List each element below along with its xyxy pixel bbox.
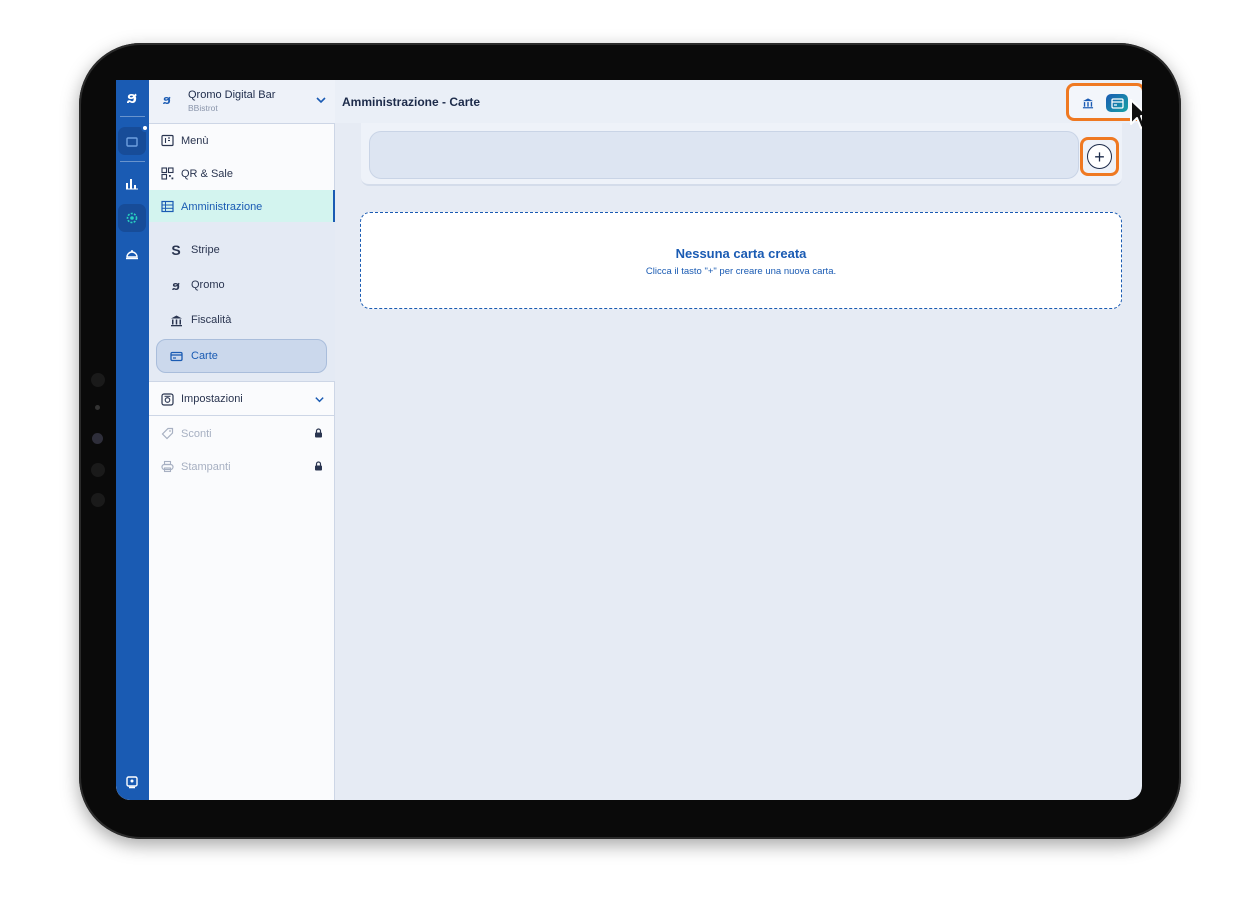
nav-rail: ϧ [116, 80, 149, 800]
sidebar-item-label: Stampanti [181, 460, 231, 473]
sidebar-item-sconti[interactable]: Sconti [149, 417, 335, 450]
sidebar-item-label: Impostazioni [181, 393, 243, 405]
sidebar-item-label: Menù [181, 134, 209, 147]
top-bar: Amministrazione - Carte [335, 80, 1142, 123]
venue-subtitle: BBistrot [188, 103, 218, 113]
sidebar-item-menu[interactable]: Menù [149, 124, 335, 157]
add-card-button[interactable]: + [1087, 144, 1112, 169]
sidebar-item-label: Amministrazione [181, 200, 263, 213]
qromo-logo-icon: ϧ [126, 88, 138, 107]
qromo-icon: ϧ [172, 277, 180, 293]
cloche-icon [126, 250, 138, 260]
chevron-down-icon [316, 97, 326, 104]
sidebar-item-label: Sconti [181, 427, 212, 440]
admin-submenu: S Stripe ϧ Qromo Fiscalità Carte [149, 222, 335, 382]
settings-box-icon [160, 392, 174, 406]
venue-logo-icon: ϧ [163, 92, 171, 107]
card-icon [169, 350, 183, 363]
search-input[interactable] [369, 131, 1079, 179]
rail-stats-button[interactable] [118, 169, 146, 197]
rail-admin-button[interactable] [118, 204, 146, 232]
card-icon [1110, 97, 1124, 109]
search-bar: + [361, 123, 1122, 186]
sidebar-item-amministrazione[interactable]: Amministrazione [149, 190, 335, 223]
sidebar-item-impostazioni[interactable]: Impostazioni [149, 383, 335, 416]
sidebar-subitem-stripe[interactable]: S Stripe [149, 233, 335, 267]
rail-display-button[interactable] [118, 768, 146, 796]
lock-icon [315, 428, 322, 438]
sidebar-subitem-label: Qromo [191, 279, 225, 291]
notification-dot [141, 124, 149, 132]
tag-icon [160, 427, 174, 441]
bank-icon [1082, 98, 1094, 109]
venue-selector[interactable]: ϧ Qromo Digital Bar BBistrot [149, 80, 335, 124]
lock-icon [315, 461, 322, 471]
mouse-cursor-icon [1130, 99, 1142, 129]
store-icon [126, 137, 138, 147]
empty-state-message: Clicca il tasto "+" per creare una nuova… [645, 266, 837, 277]
lens-dot [92, 433, 103, 444]
sidebar-subitem-fiscalita[interactable]: Fiscalità [149, 303, 335, 337]
stripe-icon: S [171, 242, 181, 258]
page-title: Amministrazione - Carte [342, 95, 481, 109]
bar-chart-icon [126, 179, 138, 190]
camera-dot-3 [91, 493, 105, 507]
gear-icon [126, 212, 138, 224]
rail-divider [120, 161, 145, 162]
add-card-highlight: + [1080, 137, 1119, 176]
camera-dot-2 [91, 463, 105, 477]
venue-name: Qromo Digital Bar [188, 89, 276, 101]
sidebar-subitem-label: Stripe [191, 244, 220, 256]
camera-dot [91, 373, 105, 387]
sidebar-subitem-label: Fiscalità [191, 314, 232, 326]
sidebar-item-qr-sale[interactable]: QR & Sale [149, 157, 335, 190]
empty-state-title: Nessuna carta creata [675, 246, 807, 261]
rail-divider [120, 116, 145, 117]
rail-store-button[interactable] [118, 124, 149, 155]
screen: ϧ ϧ Qromo Digital Bar BBistrot Menù QR &… [116, 80, 1142, 800]
printer-icon [160, 460, 174, 474]
fiscal-view-button[interactable] [1077, 94, 1099, 112]
sidebar-subitem-carte[interactable]: Carte [156, 339, 327, 373]
sidebar-item-label: QR & Sale [181, 167, 233, 180]
sidebar-subitem-qromo[interactable]: ϧ Qromo [149, 268, 335, 302]
rail-service-button[interactable] [118, 240, 146, 268]
empty-state-card: Nessuna carta creata Clicca il tasto "+"… [360, 212, 1122, 309]
cards-view-button[interactable] [1106, 94, 1128, 112]
qr-code-icon [160, 167, 174, 181]
sidebar-subitem-label: Carte [191, 350, 218, 362]
sidebar: ϧ Qromo Digital Bar BBistrot Menù QR & S… [149, 80, 335, 800]
menu-book-icon [160, 134, 174, 148]
sidebar-item-stampanti[interactable]: Stampanti [149, 450, 335, 483]
chevron-down-icon [315, 397, 324, 403]
bank-icon [169, 314, 183, 327]
sensor-dot [95, 405, 100, 410]
monitor-icon [126, 776, 138, 789]
admin-grid-icon [160, 200, 174, 214]
